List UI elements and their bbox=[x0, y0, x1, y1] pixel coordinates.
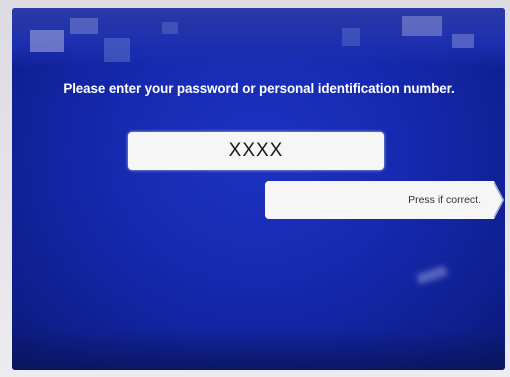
decor-block bbox=[162, 22, 178, 34]
decor-block bbox=[30, 30, 64, 52]
decor-block bbox=[402, 16, 442, 36]
decor-block bbox=[104, 38, 130, 62]
screen-glare bbox=[416, 265, 448, 285]
confirm-button[interactable]: Press if correct. bbox=[265, 181, 491, 219]
decor-block bbox=[452, 34, 474, 48]
chevron-right-icon[interactable] bbox=[491, 181, 505, 219]
bottom-band bbox=[12, 330, 505, 370]
pin-input[interactable]: XXXX bbox=[128, 132, 384, 170]
decor-block bbox=[342, 28, 360, 46]
atm-screen: Please enter your password or personal i… bbox=[12, 8, 505, 370]
decor-block bbox=[70, 18, 98, 34]
pin-prompt: Please enter your password or personal i… bbox=[63, 81, 455, 96]
